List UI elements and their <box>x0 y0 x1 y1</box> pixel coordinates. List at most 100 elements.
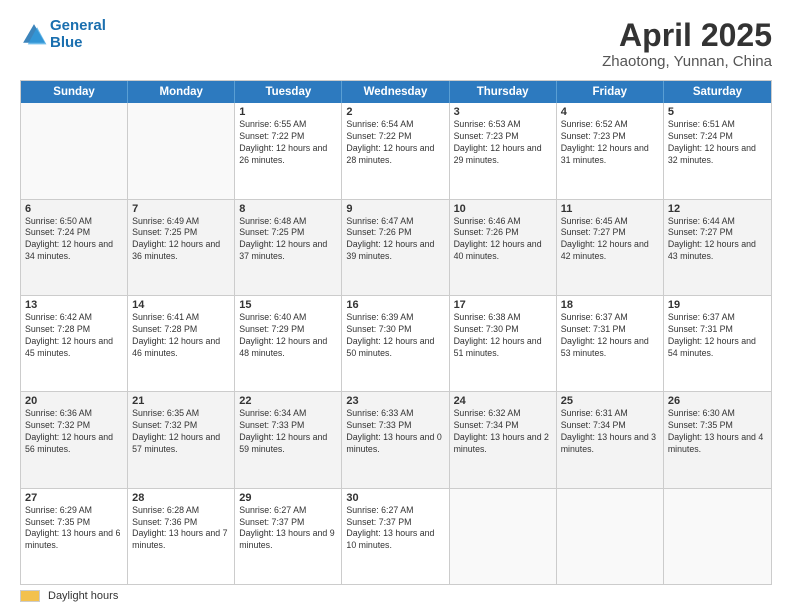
cell-info: Sunrise: 6:41 AM Sunset: 7:28 PM Dayligh… <box>132 312 230 360</box>
calendar-cell: 12Sunrise: 6:44 AM Sunset: 7:27 PM Dayli… <box>664 200 771 295</box>
cell-info: Sunrise: 6:38 AM Sunset: 7:30 PM Dayligh… <box>454 312 552 360</box>
cell-info: Sunrise: 6:35 AM Sunset: 7:32 PM Dayligh… <box>132 408 230 456</box>
cell-info: Sunrise: 6:31 AM Sunset: 7:34 PM Dayligh… <box>561 408 659 456</box>
calendar-cell: 22Sunrise: 6:34 AM Sunset: 7:33 PM Dayli… <box>235 392 342 487</box>
cell-info: Sunrise: 6:33 AM Sunset: 7:33 PM Dayligh… <box>346 408 444 456</box>
calendar-cell: 16Sunrise: 6:39 AM Sunset: 7:30 PM Dayli… <box>342 296 449 391</box>
weekday-header: Wednesday <box>342 81 449 103</box>
day-number: 18 <box>561 299 659 311</box>
day-number: 8 <box>239 203 337 215</box>
title-block: April 2025 Zhaotong, Yunnan, China <box>602 18 772 70</box>
calendar-cell: 4Sunrise: 6:52 AM Sunset: 7:23 PM Daylig… <box>557 103 664 198</box>
day-number: 11 <box>561 203 659 215</box>
day-number: 1 <box>239 106 337 118</box>
cell-info: Sunrise: 6:52 AM Sunset: 7:23 PM Dayligh… <box>561 119 659 167</box>
cell-info: Sunrise: 6:32 AM Sunset: 7:34 PM Dayligh… <box>454 408 552 456</box>
cell-info: Sunrise: 6:51 AM Sunset: 7:24 PM Dayligh… <box>668 119 767 167</box>
calendar-cell: 2Sunrise: 6:54 AM Sunset: 7:22 PM Daylig… <box>342 103 449 198</box>
calendar-cell <box>128 103 235 198</box>
page-title: April 2025 <box>602 18 772 53</box>
page-header: General Blue April 2025 Zhaotong, Yunnan… <box>20 18 772 70</box>
day-number: 15 <box>239 299 337 311</box>
calendar-row: 27Sunrise: 6:29 AM Sunset: 7:35 PM Dayli… <box>21 489 771 584</box>
cell-info: Sunrise: 6:48 AM Sunset: 7:25 PM Dayligh… <box>239 216 337 264</box>
day-number: 4 <box>561 106 659 118</box>
cell-info: Sunrise: 6:53 AM Sunset: 7:23 PM Dayligh… <box>454 119 552 167</box>
calendar-cell: 20Sunrise: 6:36 AM Sunset: 7:32 PM Dayli… <box>21 392 128 487</box>
calendar-cell: 23Sunrise: 6:33 AM Sunset: 7:33 PM Dayli… <box>342 392 449 487</box>
day-number: 7 <box>132 203 230 215</box>
calendar-row: 1Sunrise: 6:55 AM Sunset: 7:22 PM Daylig… <box>21 103 771 199</box>
day-number: 9 <box>346 203 444 215</box>
cell-info: Sunrise: 6:46 AM Sunset: 7:26 PM Dayligh… <box>454 216 552 264</box>
day-number: 12 <box>668 203 767 215</box>
calendar-cell: 8Sunrise: 6:48 AM Sunset: 7:25 PM Daylig… <box>235 200 342 295</box>
calendar-cell: 18Sunrise: 6:37 AM Sunset: 7:31 PM Dayli… <box>557 296 664 391</box>
day-number: 3 <box>454 106 552 118</box>
calendar-cell: 1Sunrise: 6:55 AM Sunset: 7:22 PM Daylig… <box>235 103 342 198</box>
calendar-cell: 27Sunrise: 6:29 AM Sunset: 7:35 PM Dayli… <box>21 489 128 584</box>
page-subtitle: Zhaotong, Yunnan, China <box>602 53 772 70</box>
weekday-header: Friday <box>557 81 664 103</box>
calendar-cell: 7Sunrise: 6:49 AM Sunset: 7:25 PM Daylig… <box>128 200 235 295</box>
logo: General Blue <box>20 18 106 51</box>
cell-info: Sunrise: 6:55 AM Sunset: 7:22 PM Dayligh… <box>239 119 337 167</box>
cell-info: Sunrise: 6:37 AM Sunset: 7:31 PM Dayligh… <box>668 312 767 360</box>
calendar-cell: 11Sunrise: 6:45 AM Sunset: 7:27 PM Dayli… <box>557 200 664 295</box>
cell-info: Sunrise: 6:54 AM Sunset: 7:22 PM Dayligh… <box>346 119 444 167</box>
day-number: 14 <box>132 299 230 311</box>
weekday-header: Thursday <box>450 81 557 103</box>
cell-info: Sunrise: 6:47 AM Sunset: 7:26 PM Dayligh… <box>346 216 444 264</box>
cell-info: Sunrise: 6:27 AM Sunset: 7:37 PM Dayligh… <box>346 505 444 553</box>
footer: Daylight hours <box>20 585 772 602</box>
calendar-cell: 13Sunrise: 6:42 AM Sunset: 7:28 PM Dayli… <box>21 296 128 391</box>
calendar-cell: 29Sunrise: 6:27 AM Sunset: 7:37 PM Dayli… <box>235 489 342 584</box>
calendar-cell: 19Sunrise: 6:37 AM Sunset: 7:31 PM Dayli… <box>664 296 771 391</box>
day-number: 5 <box>668 106 767 118</box>
calendar-cell: 26Sunrise: 6:30 AM Sunset: 7:35 PM Dayli… <box>664 392 771 487</box>
day-number: 16 <box>346 299 444 311</box>
cell-info: Sunrise: 6:36 AM Sunset: 7:32 PM Dayligh… <box>25 408 123 456</box>
day-number: 19 <box>668 299 767 311</box>
logo-icon <box>20 21 48 49</box>
calendar-cell <box>557 489 664 584</box>
cell-info: Sunrise: 6:30 AM Sunset: 7:35 PM Dayligh… <box>668 408 767 456</box>
day-number: 2 <box>346 106 444 118</box>
weekday-header: Tuesday <box>235 81 342 103</box>
cell-info: Sunrise: 6:37 AM Sunset: 7:31 PM Dayligh… <box>561 312 659 360</box>
weekday-header: Monday <box>128 81 235 103</box>
cell-info: Sunrise: 6:45 AM Sunset: 7:27 PM Dayligh… <box>561 216 659 264</box>
cell-info: Sunrise: 6:49 AM Sunset: 7:25 PM Dayligh… <box>132 216 230 264</box>
day-number: 25 <box>561 395 659 407</box>
logo-text: General Blue <box>50 18 106 51</box>
day-number: 13 <box>25 299 123 311</box>
cell-info: Sunrise: 6:34 AM Sunset: 7:33 PM Dayligh… <box>239 408 337 456</box>
day-number: 21 <box>132 395 230 407</box>
day-number: 27 <box>25 492 123 504</box>
day-number: 26 <box>668 395 767 407</box>
day-number: 20 <box>25 395 123 407</box>
cell-info: Sunrise: 6:39 AM Sunset: 7:30 PM Dayligh… <box>346 312 444 360</box>
daylight-label: Daylight hours <box>48 590 118 602</box>
day-number: 10 <box>454 203 552 215</box>
daylight-swatch <box>20 590 40 602</box>
calendar-cell: 6Sunrise: 6:50 AM Sunset: 7:24 PM Daylig… <box>21 200 128 295</box>
calendar-row: 6Sunrise: 6:50 AM Sunset: 7:24 PM Daylig… <box>21 200 771 296</box>
calendar-cell: 30Sunrise: 6:27 AM Sunset: 7:37 PM Dayli… <box>342 489 449 584</box>
calendar-cell: 10Sunrise: 6:46 AM Sunset: 7:26 PM Dayli… <box>450 200 557 295</box>
day-number: 23 <box>346 395 444 407</box>
cell-info: Sunrise: 6:27 AM Sunset: 7:37 PM Dayligh… <box>239 505 337 553</box>
calendar-cell: 9Sunrise: 6:47 AM Sunset: 7:26 PM Daylig… <box>342 200 449 295</box>
cell-info: Sunrise: 6:28 AM Sunset: 7:36 PM Dayligh… <box>132 505 230 553</box>
calendar-cell <box>21 103 128 198</box>
calendar-cell <box>664 489 771 584</box>
cell-info: Sunrise: 6:42 AM Sunset: 7:28 PM Dayligh… <box>25 312 123 360</box>
calendar-body: 1Sunrise: 6:55 AM Sunset: 7:22 PM Daylig… <box>21 103 771 584</box>
calendar-cell: 15Sunrise: 6:40 AM Sunset: 7:29 PM Dayli… <box>235 296 342 391</box>
weekday-header: Saturday <box>664 81 771 103</box>
calendar-cell: 28Sunrise: 6:28 AM Sunset: 7:36 PM Dayli… <box>128 489 235 584</box>
day-number: 28 <box>132 492 230 504</box>
calendar-cell: 3Sunrise: 6:53 AM Sunset: 7:23 PM Daylig… <box>450 103 557 198</box>
day-number: 6 <box>25 203 123 215</box>
calendar-header: SundayMondayTuesdayWednesdayThursdayFrid… <box>21 81 771 103</box>
